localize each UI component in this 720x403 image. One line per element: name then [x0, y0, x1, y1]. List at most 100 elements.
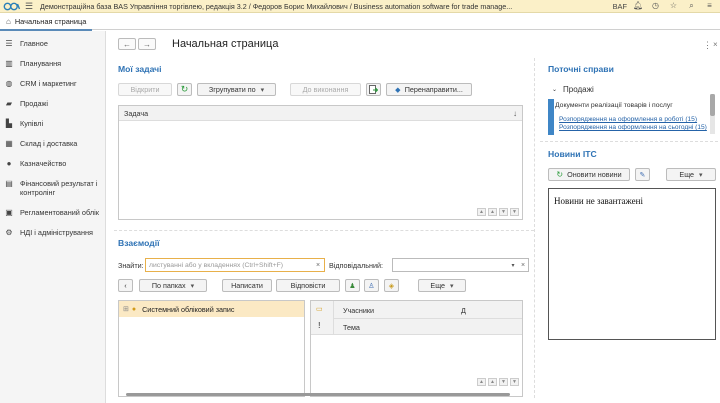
sidebar-item-crm[interactable]: ◍ CRM і маркетинг [0, 79, 106, 88]
responsible-label: Відповідальний: [329, 261, 384, 270]
ledger-icon: ▣ [5, 208, 13, 217]
column-topic[interactable]: Тема [343, 323, 360, 332]
brand-label: BAF [612, 1, 627, 11]
favorites-icon[interactable]: ☆ [669, 1, 678, 11]
current-link-in-work[interactable]: Розпорядження на оформлення в роботі (15… [559, 116, 697, 123]
scroll-up-icon[interactable]: ▲ [488, 208, 497, 216]
close-icon[interactable]: × [713, 40, 718, 49]
done-button[interactable]: До виконання [290, 83, 361, 96]
crm-icon: ◍ [5, 79, 13, 88]
folder-tree[interactable]: ⊞ ● Системний обліковий запис [118, 300, 305, 397]
sidebar-item-sales[interactable]: ▰ Продажі [0, 99, 106, 108]
refresh-button[interactable]: ↻ [177, 83, 192, 96]
refresh-icon: ↻ [556, 170, 564, 179]
sidebar-item-finance[interactable]: ▤ Фінансовий результат і контролінг [0, 179, 106, 197]
news-edit-button[interactable]: ✎ [635, 168, 650, 181]
reply-button[interactable]: Відповісти [276, 279, 340, 292]
importance-icon: ! [318, 321, 321, 330]
search-icon[interactable]: ⌕ [687, 1, 696, 11]
dropdown-icon[interactable]: ▾ [508, 262, 518, 269]
forward-button[interactable]: → [138, 38, 156, 50]
current-group-label: Продажі [563, 85, 594, 94]
person-icon: ♙ [368, 281, 375, 290]
sidebar-item-label: CRM і маркетинг [20, 79, 77, 88]
sidebar-item-purchases[interactable]: ▙ Купівлі [0, 119, 106, 128]
bag-icon: ▰ [5, 99, 13, 108]
redirect-icon: ◆ [395, 85, 401, 94]
sidebar-item-main[interactable]: ☰ Главное [0, 39, 106, 48]
sidebar-item-label: Регламентований облік [20, 208, 99, 217]
sort-icon[interactable]: ↓ [513, 109, 517, 118]
contact-button[interactable]: ♙ [364, 279, 379, 292]
sidebar-item-label: НДІ і адміністрування [20, 228, 93, 237]
scroll-up-icon[interactable]: ▲ [488, 378, 497, 386]
scroll-bottom-icon[interactable]: ▼ [510, 378, 519, 386]
scroll-down-icon[interactable]: ▼ [499, 378, 508, 386]
back-button[interactable]: ← [118, 38, 136, 50]
write-button[interactable]: Написати [222, 279, 272, 292]
more-label: Еще [430, 281, 446, 290]
search-input[interactable]: листуванні або у вкладеннях (Ctrl+Shift+… [145, 258, 325, 272]
tasks-table[interactable]: Задача ↓ ▲ ▲ ▼ ▼ [118, 105, 523, 220]
contacts-button[interactable]: ♟ [345, 279, 360, 292]
more-options-icon[interactable]: ⋮ [703, 40, 712, 51]
open-button[interactable]: Відкрити [118, 83, 172, 96]
refresh-news-label: Оновити новини [567, 170, 622, 179]
sidebar-item-label: Продажі [20, 99, 49, 108]
current-doc-label: Документи реалізації товарів і послуг [555, 102, 673, 109]
collapse-button[interactable]: ‹ [118, 279, 133, 292]
scroll-top-icon[interactable]: ▲ [477, 378, 486, 386]
gear-icon: ⚙ [5, 228, 13, 237]
page-title: Начальная страница [172, 38, 279, 50]
title-bar: ☰ Демонстраційна база BAS Управління тор… [0, 0, 720, 13]
window-title: Демонстраційна база BAS Управління торгі… [40, 1, 513, 11]
sidebar-item-warehouse[interactable]: ▦ Склад і доставка [0, 139, 106, 148]
expand-icon[interactable]: ⊞ [123, 305, 129, 313]
horizontal-scrollbar[interactable] [126, 393, 510, 396]
column-task[interactable]: Задача [124, 109, 148, 118]
current-accent-bar [548, 99, 554, 135]
clear-icon[interactable]: × [518, 262, 528, 269]
messages-table[interactable]: ▭ Учасники Д ! Тема ▲ ▲ ▼ ▼ [310, 300, 523, 397]
chart-icon: ▥ [5, 59, 13, 68]
export-button[interactable] [366, 83, 381, 96]
redirect-button[interactable]: ◆ Перенаправити... [386, 83, 472, 96]
warehouse-icon: ▦ [5, 139, 13, 148]
sidebar-item-planning[interactable]: ▥ Планування [0, 59, 106, 68]
redirect-label: Перенаправити... [404, 85, 463, 94]
by-folders-button[interactable]: По папках [139, 279, 207, 292]
more-button[interactable]: Еще [418, 279, 466, 292]
bas-logo-icon[interactable] [2, 1, 22, 12]
sidebar-item-admin[interactable]: ⚙ НДІ і адміністрування [0, 228, 106, 237]
scroll-top-icon[interactable]: ▲ [477, 208, 486, 216]
current-scroll-thumb[interactable] [710, 94, 715, 116]
refresh-news-button[interactable]: ↻ Оновити новини [548, 168, 630, 181]
messages-table-header: ▭ Учасники Д ! Тема [311, 301, 522, 335]
current-scrollbar[interactable] [710, 94, 715, 134]
scroll-bottom-icon[interactable]: ▼ [510, 208, 519, 216]
clear-icon[interactable]: × [312, 262, 324, 269]
divider [534, 58, 535, 398]
tags-button[interactable]: ◈ [384, 279, 399, 292]
column-participants[interactable]: Учасники [343, 306, 374, 315]
sidebar-item-regulated[interactable]: ▣ Регламентований облік [0, 208, 106, 217]
tree-row[interactable]: ⊞ ● Системний обліковий запис [119, 301, 304, 317]
scroll-down-icon[interactable]: ▼ [499, 208, 508, 216]
group-by-button[interactable]: Згрупувати по [197, 83, 276, 96]
history-icon[interactable]: ◷ [651, 1, 660, 11]
settings-icon[interactable]: ≡ [705, 1, 714, 11]
current-link-today[interactable]: Розпорядження на оформлення на сьогодні … [559, 124, 710, 131]
arrow-right-icon: → [143, 39, 151, 49]
people-icon: ♟ [349, 281, 356, 290]
column-d[interactable]: Д [461, 306, 466, 315]
current-group-sales[interactable]: ⌄ Продажі [552, 85, 594, 94]
collapse-icon: ⌄ [552, 87, 558, 93]
tab-home[interactable]: ⌂ Начальная страница [0, 14, 93, 31]
sidebar-item-treasury[interactable]: ● Казначейство [0, 159, 106, 168]
main-menu-icon[interactable]: ☰ [22, 1, 36, 12]
notifications-icon[interactable]: 🔔︎ [633, 1, 643, 11]
news-more-button[interactable]: Еще [666, 168, 716, 181]
arrow-left-icon: ← [123, 39, 131, 49]
responsible-field[interactable]: ▾ × [392, 258, 529, 272]
row-divider [333, 318, 522, 319]
